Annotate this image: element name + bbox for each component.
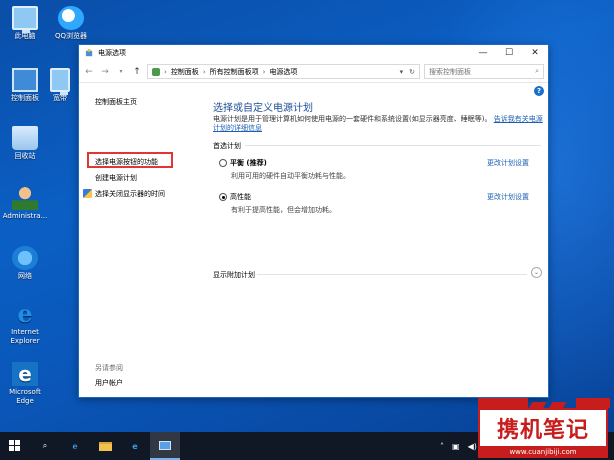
edge-taskbar-icon[interactable]: e [120, 432, 150, 460]
sidebar-item-power-button[interactable]: 选择电源按钮的功能 [95, 157, 158, 167]
see-also-label: 另请参阅 [95, 364, 123, 372]
forward-arrow-icon[interactable]: → [99, 67, 111, 77]
desktop-icon-label: 控制面板 [11, 94, 39, 102]
close-button[interactable]: ✕ [522, 45, 548, 61]
breadcrumb-item[interactable]: 所有控制面板项 [210, 67, 259, 77]
breadcrumb[interactable]: › 控制面板 › 所有控制面板项 › 电源选项 ▾ ↻ [147, 64, 420, 79]
search-icon[interactable]: ⌕ [535, 67, 539, 76]
back-arrow-icon[interactable]: ← [83, 67, 95, 77]
network-icon [12, 246, 38, 270]
desktop-icon-recycle-bin[interactable]: 回收站 [0, 126, 50, 161]
tray-chevron-icon[interactable]: ˄ [440, 442, 444, 451]
user-accounts-link[interactable]: 用户帐户 [95, 378, 123, 388]
refresh-icon[interactable]: ↻ [409, 68, 415, 76]
up-arrow-icon[interactable]: ↑ [131, 67, 143, 77]
control-panel-icon [12, 68, 38, 92]
system-tray: ˄ ▣ ◀) [440, 432, 477, 460]
expand-chevron-icon[interactable]: ⌄ [531, 267, 542, 278]
file-explorer-taskbar-icon[interactable] [90, 432, 120, 460]
this-pc-icon [12, 6, 38, 33]
description: 电源计划是用于管理计算机如何使用电源的一套硬件和系统设置(如显示器亮度、睡眠等)… [213, 115, 543, 133]
title-bar[interactable]: 电源选项 — ☐ ✕ [79, 45, 548, 61]
minimize-button[interactable]: — [470, 45, 496, 61]
sidebar-item-create-plan[interactable]: 创建电源计划 [95, 173, 137, 183]
desktop-icon-edge[interactable]: e Microsoft Edge [0, 362, 50, 406]
change-plan-settings-link[interactable]: 更改计划设置 [487, 158, 529, 168]
address-dropdown-icon[interactable]: ▾ [400, 68, 404, 76]
plan-name: 平衡 (推荐) [230, 159, 267, 167]
plan-description: 利用可用的硬件自动平衡功耗与性能。 [231, 172, 350, 180]
desktop-icon-label: 网络 [18, 272, 32, 280]
desktop-icon-qq-browser[interactable]: QQ浏览器 [46, 6, 96, 41]
main-content: 选择或自定义电源计划 电源计划是用于管理计算机如何使用电源的一套硬件和系统设置(… [213, 85, 543, 398]
desktop-icon-label: Internet Explorer [10, 328, 40, 345]
divider [245, 145, 541, 146]
desktop-icon-user-folder[interactable]: Administra... [0, 186, 50, 221]
change-plan-settings-link[interactable]: 更改计划设置 [487, 192, 529, 202]
plan-description: 有利于提高性能，但会增加功耗。 [231, 206, 336, 214]
desktop-icon-label: 回收站 [14, 152, 36, 160]
control-panel-small-icon [152, 67, 160, 76]
plan-name: 高性能 [230, 193, 251, 201]
plan-high-performance[interactable]: 高性能 有利于提高性能，但会增加功耗。 [219, 192, 336, 215]
power-options-icon [85, 48, 93, 56]
control-panel-taskbar-icon[interactable] [150, 432, 180, 460]
sidebar: 控制面板主页 选择电源按钮的功能 创建电源计划 选择关闭显示器的时间 另请参阅 … [79, 85, 204, 398]
desktop-icon-ie[interactable]: e Internet Explorer [0, 302, 50, 346]
breadcrumb-item[interactable]: 控制面板 [171, 67, 199, 77]
network-tray-icon[interactable]: ▣ [452, 442, 460, 451]
desktop-icon-label: QQ浏览器 [54, 32, 88, 40]
search-taskbar-icon[interactable]: ⌕ [30, 432, 60, 460]
shield-icon [83, 189, 92, 198]
radio-high-performance[interactable] [219, 193, 227, 201]
plan-balanced[interactable]: 平衡 (推荐) 利用可用的硬件自动平衡功耗与性能。 [219, 158, 350, 181]
desktop-icon-label: 此电脑 [14, 32, 36, 40]
search-input[interactable] [429, 67, 536, 76]
desktop-icon-network[interactable]: 网络 [0, 246, 50, 281]
show-additional-plans-label: 显示附加计划 [213, 271, 255, 279]
start-button[interactable] [0, 432, 30, 460]
maximize-button[interactable]: ☐ [496, 45, 522, 61]
sidebar-item-home[interactable]: 控制面板主页 [95, 97, 137, 107]
watermark-stripes-icon [478, 398, 610, 408]
desktop-icon-broadband[interactable]: 宽带 [42, 68, 78, 103]
radio-balanced[interactable] [219, 159, 227, 167]
desktop-icon-label: Microsoft Edge [9, 388, 41, 405]
sidebar-item-display-off[interactable]: 选择关闭显示器的时间 [95, 189, 165, 199]
watermark-logo: 携机笔记 www.cuanjibiji.com [474, 396, 614, 460]
user-folder-icon [12, 186, 38, 210]
recent-locations-icon[interactable]: ▾ [115, 68, 127, 75]
description-text: 电源计划是用于管理计算机如何使用电源的一套硬件和系统设置(如显示器亮度、睡眠等)… [213, 115, 492, 123]
desktop-icon-label: 宽带 [53, 94, 67, 102]
ie-taskbar-icon[interactable]: e [60, 432, 90, 460]
breadcrumb-item[interactable]: 电源选项 [269, 67, 297, 77]
desktop-icon-label: Administra... [2, 212, 48, 220]
search-box[interactable]: ⌕ [424, 64, 544, 79]
watermark-url: www.cuanjibiji.com [478, 446, 608, 458]
watermark-box: 携机笔记 [478, 408, 608, 448]
divider [257, 274, 527, 275]
section-preferred-plans: 首选计划 [213, 142, 241, 150]
ie-icon: e [17, 299, 33, 328]
address-bar: ← → ▾ ↑ › 控制面板 › 所有控制面板项 › 电源选项 ▾ ↻ ⌕ [79, 61, 548, 83]
recycle-bin-icon [12, 126, 38, 150]
window-title: 电源选项 [98, 49, 126, 57]
broadband-icon [50, 68, 70, 95]
qq-browser-icon [58, 6, 84, 30]
desktop-icon-this-pc[interactable]: 此电脑 [0, 6, 50, 41]
edge-icon: e [12, 362, 38, 386]
page-title: 选择或自定义电源计划 [213, 103, 313, 114]
watermark-text: 携机笔记 [496, 418, 589, 443]
power-options-window: 电源选项 — ☐ ✕ ← → ▾ ↑ › 控制面板 › 所有控制面板项 › 电源… [78, 44, 549, 398]
windows-logo-icon [9, 440, 21, 452]
